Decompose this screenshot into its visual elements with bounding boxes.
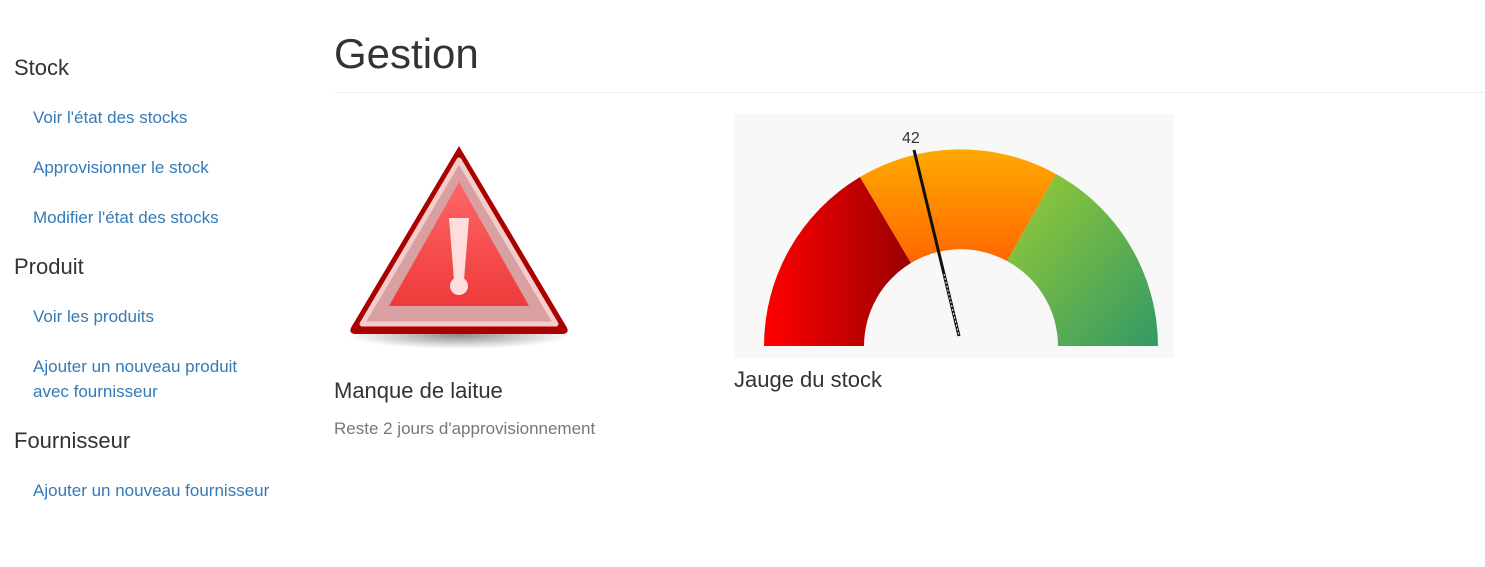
- title-divider: [334, 92, 1485, 93]
- warning-icon: [334, 130, 584, 360]
- gauge-value-label: 42: [902, 130, 920, 147]
- sidebar-link-ajouter-fournisseur[interactable]: Ajouter un nouveau fournisseur: [33, 478, 283, 503]
- warning-card-title: Manque de laitue: [334, 378, 503, 403]
- sidebar-link-ajouter-produit[interactable]: Ajouter un nouveau produit avec fourniss…: [33, 354, 258, 404]
- page-title: Gestion: [334, 30, 479, 77]
- sidebar-section-fournisseur: Fournisseur: [14, 428, 131, 453]
- warning-card-text: Reste 2 jours d'approvisionnement: [334, 419, 596, 438]
- sidebar-section-produit: Produit: [14, 254, 84, 279]
- sidebar-link-voir-produits[interactable]: Voir les produits: [33, 304, 283, 329]
- sidebar-link-modifier-etat-stocks[interactable]: Modifier l'état des stocks: [33, 205, 283, 230]
- sidebar-link-voir-etat-stocks[interactable]: Voir l'état des stocks: [33, 105, 283, 130]
- gauge-card-title: Jauge du stock: [734, 367, 882, 392]
- sidebar-section-stock: Stock: [14, 55, 70, 80]
- stock-gauge: 42: [734, 114, 1174, 358]
- sidebar-link-approvisionner-stock[interactable]: Approvisionner le stock: [33, 155, 283, 180]
